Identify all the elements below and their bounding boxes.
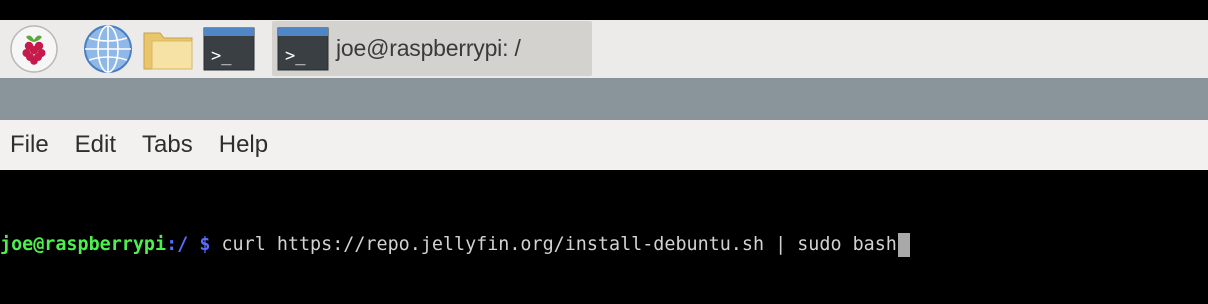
file-manager-launcher[interactable] xyxy=(140,24,196,74)
menu-edit[interactable]: Edit xyxy=(65,131,128,159)
terminal-icon: >_ xyxy=(203,27,255,71)
command-text: curl https://repo.jellyfin.org/install-d… xyxy=(221,234,897,255)
top-black-strip xyxy=(0,0,1208,20)
svg-text:>_: >_ xyxy=(285,46,306,66)
globe-icon xyxy=(84,25,132,73)
prompt-user: joe@raspberrypi xyxy=(0,234,167,255)
raspberry-pi-icon xyxy=(10,25,58,73)
prompt-sign: $ xyxy=(199,234,211,255)
text-cursor xyxy=(897,233,910,257)
window-title-band xyxy=(0,78,1208,120)
raspberry-pi-menu-button[interactable] xyxy=(6,24,62,74)
terminal-menubar: File Edit Tabs Help xyxy=(0,120,1208,170)
terminal-command-line: joe@raspberrypi:/ $ curl https://repo.je… xyxy=(0,230,1208,260)
terminal-output-area[interactable]: joe@raspberrypi:/ $ curl https://repo.je… xyxy=(0,170,1208,304)
menu-file[interactable]: File xyxy=(0,131,61,159)
active-task-label: joe@raspberrypi: / xyxy=(336,35,521,61)
menu-help[interactable]: Help xyxy=(209,131,280,159)
terminal-task-icon-wrap: >_ xyxy=(276,27,330,71)
svg-text:>_: >_ xyxy=(211,46,232,66)
menu-tabs[interactable]: Tabs xyxy=(132,131,205,159)
terminal-launcher[interactable]: >_ xyxy=(200,24,258,74)
folder-icon xyxy=(143,32,193,70)
active-terminal-task-button[interactable]: >_ joe@raspberrypi: / xyxy=(272,21,592,76)
web-browser-launcher[interactable] xyxy=(80,24,136,74)
prompt-path: :/ xyxy=(166,234,189,255)
terminal-task-icon: >_ xyxy=(277,27,329,70)
taskbar: >_ >_ joe@raspberrypi: / xyxy=(0,20,1208,78)
